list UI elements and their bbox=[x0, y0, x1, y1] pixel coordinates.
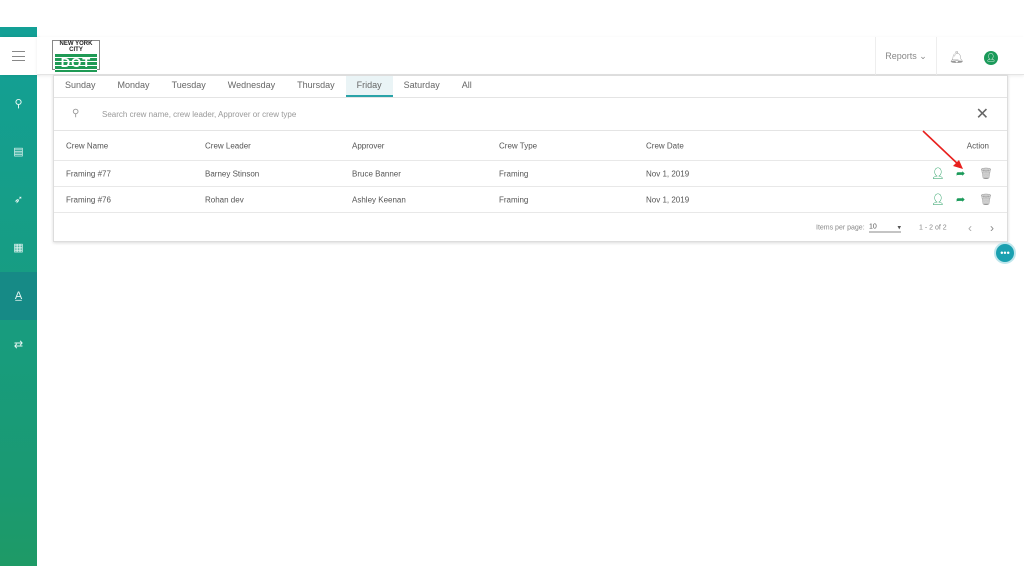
range-label: 1 - 2 of 2 bbox=[919, 224, 947, 232]
col-action: Action bbox=[966, 141, 989, 150]
dropdown-arrow-icon: ▾ bbox=[897, 224, 901, 232]
crew-name: Framing #76 bbox=[66, 195, 111, 204]
trash-icon[interactable]: 🗑︎ bbox=[979, 167, 993, 180]
tab-all[interactable]: All bbox=[451, 76, 483, 97]
clipboard-icon[interactable]: ▤ bbox=[0, 127, 37, 175]
tab-friday[interactable]: Friday bbox=[345, 76, 393, 97]
crew-card: Sunday Monday Tuesday Wednesday Thursday… bbox=[53, 75, 1008, 242]
approver: Bruce Banner bbox=[352, 169, 401, 178]
chevron-down-icon: ⌄ bbox=[919, 50, 927, 61]
day-tabs: Sunday Monday Tuesday Wednesday Thursday… bbox=[54, 76, 1007, 98]
nyc-dot-logo: NEW YORK CITY DOT bbox=[52, 40, 100, 72]
logo-mark: DOT bbox=[55, 54, 97, 72]
clear-search-button[interactable]: ✕ bbox=[976, 104, 989, 124]
avatar[interactable]: 👤︎ bbox=[984, 51, 998, 65]
crew-leader: Rohan dev bbox=[205, 195, 244, 204]
crew-icon[interactable]: A̲ bbox=[0, 272, 37, 320]
logo-text: NEW YORK CITY bbox=[59, 41, 93, 53]
header: NEW YORK CITY DOT Reports ⌄ 🔔︎ 👤︎ bbox=[37, 37, 1024, 75]
items-per-page-value: 10 bbox=[869, 223, 877, 231]
annotation-arrow bbox=[922, 130, 963, 169]
tab-tuesday[interactable]: Tuesday bbox=[161, 76, 217, 97]
search-bar: ⚲ Search crew name, crew leader, Approve… bbox=[54, 98, 1007, 131]
items-per-page-label: Items per page: bbox=[816, 224, 865, 232]
approver: Ashley Keenan bbox=[352, 195, 406, 204]
tab-monday[interactable]: Monday bbox=[107, 76, 161, 97]
chat-button[interactable]: ••• bbox=[994, 242, 1016, 264]
prev-page-button[interactable]: ‹ bbox=[968, 221, 972, 235]
calendar-icon[interactable]: ▦ bbox=[0, 223, 37, 271]
tab-saturday[interactable]: Saturday bbox=[393, 76, 451, 97]
trash-icon[interactable]: 🗑︎ bbox=[979, 193, 993, 206]
col-crew-name[interactable]: Crew Name bbox=[66, 141, 108, 150]
search-input[interactable]: Search crew name, crew leader, Approver … bbox=[102, 110, 296, 119]
reports-label: Reports bbox=[885, 51, 917, 61]
col-crew-leader[interactable]: Crew Leader bbox=[205, 141, 251, 150]
col-crew-date[interactable]: Crew Date bbox=[646, 141, 684, 150]
table-row[interactable]: Framing #76 Rohan dev Ashley Keenan Fram… bbox=[54, 187, 1007, 213]
rocket-icon[interactable]: ➶ bbox=[0, 175, 37, 223]
crew-type: Framing bbox=[499, 195, 529, 204]
search-icon: ⚲ bbox=[72, 108, 80, 119]
bell-icon[interactable]: 🔔︎ bbox=[949, 50, 964, 64]
crew-date: Nov 1, 2019 bbox=[646, 195, 690, 204]
hamburger-icon bbox=[12, 51, 25, 61]
crew-leader: Barney Stinson bbox=[205, 169, 260, 178]
next-page-button[interactable]: › bbox=[990, 221, 994, 235]
transfer-icon[interactable]: ⇄ bbox=[0, 320, 37, 368]
user-pin-icon[interactable]: ⚲ bbox=[0, 79, 37, 127]
tab-thursday[interactable]: Thursday bbox=[286, 76, 346, 97]
menu-button[interactable] bbox=[0, 37, 37, 75]
items-per-page-select[interactable]: 10 ▾ bbox=[869, 224, 901, 233]
reports-dropdown[interactable]: Reports ⌄ bbox=[875, 37, 937, 75]
sidebar: ⚲ ▤ ➶ ▦ A̲ ⇄ bbox=[0, 27, 37, 566]
paginator: Items per page: 10 ▾ 1 - 2 of 2 ‹ › bbox=[54, 214, 1007, 242]
tab-sunday[interactable]: Sunday bbox=[54, 76, 107, 97]
crew-date: Nov 1, 2019 bbox=[646, 169, 690, 178]
crew-type: Framing bbox=[499, 169, 529, 178]
col-approver[interactable]: Approver bbox=[352, 141, 384, 150]
forward-icon[interactable]: ➦ bbox=[956, 193, 965, 206]
table-row[interactable]: Framing #77 Barney Stinson Bruce Banner … bbox=[54, 161, 1007, 187]
table-header: Crew Name Crew Leader Approver Crew Type… bbox=[54, 131, 1007, 161]
col-crew-type[interactable]: Crew Type bbox=[499, 141, 537, 150]
add-member-icon[interactable]: 👤︎ bbox=[931, 193, 945, 206]
crew-name: Framing #77 bbox=[66, 169, 111, 178]
tab-wednesday[interactable]: Wednesday bbox=[217, 76, 286, 97]
